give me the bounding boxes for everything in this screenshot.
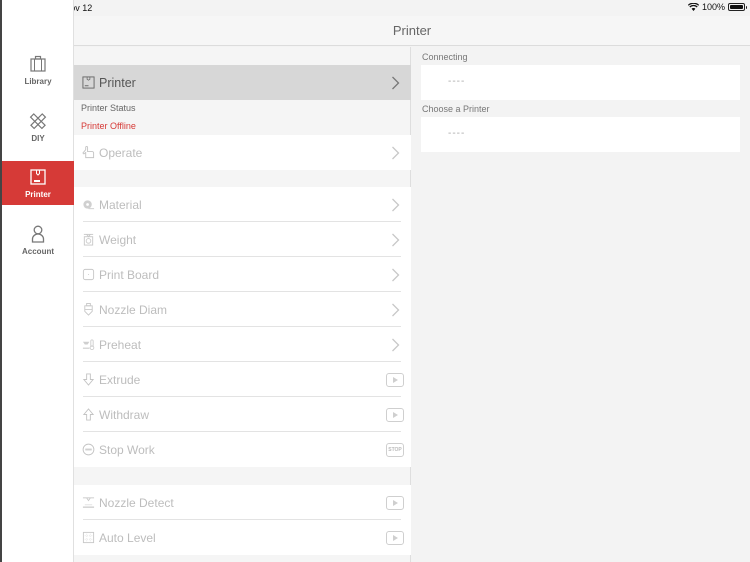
row-label: Withdraw: [99, 407, 150, 422]
printer-status-label: Printer Status: [81, 103, 136, 113]
connecting-box: ----: [421, 65, 740, 100]
row-label: Extrude: [99, 372, 141, 387]
printer-row-label: Printer: [99, 75, 136, 90]
play-icon: [393, 411, 398, 418]
status-right: 100%: [687, 2, 747, 12]
connecting-label: Connecting: [422, 52, 468, 62]
board-icon: [81, 268, 95, 282]
connection-panel: Connecting ---- Choose a Printer ----: [412, 47, 750, 562]
chevron-right-icon: [389, 146, 401, 160]
row-label: Material: [99, 197, 142, 212]
sidebar-item-label: Library: [24, 77, 52, 86]
material-row[interactable]: Material: [74, 187, 411, 222]
nav-header: Printer: [74, 16, 750, 46]
chevron-right-icon: [389, 338, 401, 352]
status-bar: 3:12 PM Tue Nov 12 100%: [0, 0, 750, 16]
stop-circle-icon: [81, 443, 95, 457]
nozzle-detect-icon: [81, 496, 95, 510]
auto-level-row[interactable]: Auto Level: [74, 520, 411, 555]
play-icon: [393, 534, 398, 541]
pencil-ruler-icon: [29, 113, 47, 130]
arrow-down-icon: [81, 373, 95, 387]
print-board-row[interactable]: Print Board: [74, 257, 411, 292]
play-button[interactable]: [386, 407, 404, 422]
sidebar: Library DIY Printer Account: [0, 0, 74, 562]
printer-box-icon: [81, 76, 95, 90]
row-label: Weight: [99, 232, 137, 247]
choose-printer-value: ----: [448, 128, 466, 139]
choose-printer-box[interactable]: ----: [421, 117, 740, 152]
chevron-right-icon: [389, 303, 401, 317]
battery-full-icon: [728, 3, 747, 11]
operate-row-label: Operate: [99, 145, 143, 160]
scale-icon: [81, 233, 95, 247]
sidebar-item-label: DIY: [31, 134, 45, 143]
play-button[interactable]: [386, 372, 404, 387]
person-icon: [31, 225, 45, 243]
chevron-right-icon: [389, 268, 401, 282]
stop-work-row[interactable]: Stop Work STOP: [74, 432, 411, 467]
battery-percent: 100%: [701, 2, 725, 12]
extrude-row[interactable]: Extrude: [74, 362, 411, 397]
stop-button[interactable]: STOP: [386, 442, 404, 457]
row-label: Preheat: [99, 337, 142, 352]
filament-spool-icon: [81, 198, 95, 212]
row-label: Nozzle Diam: [99, 302, 168, 317]
connecting-value: ----: [448, 76, 466, 87]
sidebar-item-printer[interactable]: Printer: [2, 161, 74, 205]
chevron-right-icon: [389, 233, 401, 247]
suitcase-icon: [30, 55, 46, 72]
thermometer-icon: [81, 338, 95, 352]
play-button[interactable]: [386, 530, 404, 545]
row-label: Nozzle Detect: [99, 495, 174, 510]
row-label: Print Board: [99, 267, 160, 282]
operate-row[interactable]: Operate: [74, 135, 411, 170]
play-icon: [393, 376, 398, 383]
printer-status-value: Printer Offline: [81, 121, 136, 131]
page-title: Printer: [392, 23, 432, 38]
weight-row[interactable]: Weight: [74, 222, 411, 257]
sidebar-item-label: Printer: [25, 190, 51, 199]
wifi-icon: [687, 3, 699, 11]
grid-level-icon: [81, 531, 95, 545]
sidebar-item-library[interactable]: Library: [2, 48, 74, 92]
nozzle-detect-row[interactable]: Nozzle Detect: [74, 485, 411, 520]
sidebar-item-diy[interactable]: DIY: [2, 105, 74, 149]
row-label: Stop Work: [99, 442, 155, 457]
nozzle-icon: [81, 303, 95, 317]
sidebar-item-label: Account: [22, 247, 54, 256]
hand-pointer-icon: [81, 146, 95, 160]
withdraw-row[interactable]: Withdraw: [74, 397, 411, 432]
play-icon: [393, 499, 398, 506]
chevron-right-icon: [389, 198, 401, 212]
choose-printer-label: Choose a Printer: [422, 104, 490, 114]
play-button[interactable]: [386, 495, 404, 510]
printer-settings-list: Printer Printer Status Printer Offline O…: [74, 47, 411, 562]
row-label: Auto Level: [99, 530, 156, 545]
arrow-up-icon: [81, 408, 95, 422]
chevron-right-icon: [389, 76, 401, 90]
printer-row[interactable]: Printer: [74, 65, 411, 100]
preheat-row[interactable]: Preheat: [74, 327, 411, 362]
nozzle-diam-row[interactable]: Nozzle Diam: [74, 292, 411, 327]
printer-box-icon: [30, 169, 46, 185]
sidebar-item-account[interactable]: Account: [2, 218, 74, 262]
